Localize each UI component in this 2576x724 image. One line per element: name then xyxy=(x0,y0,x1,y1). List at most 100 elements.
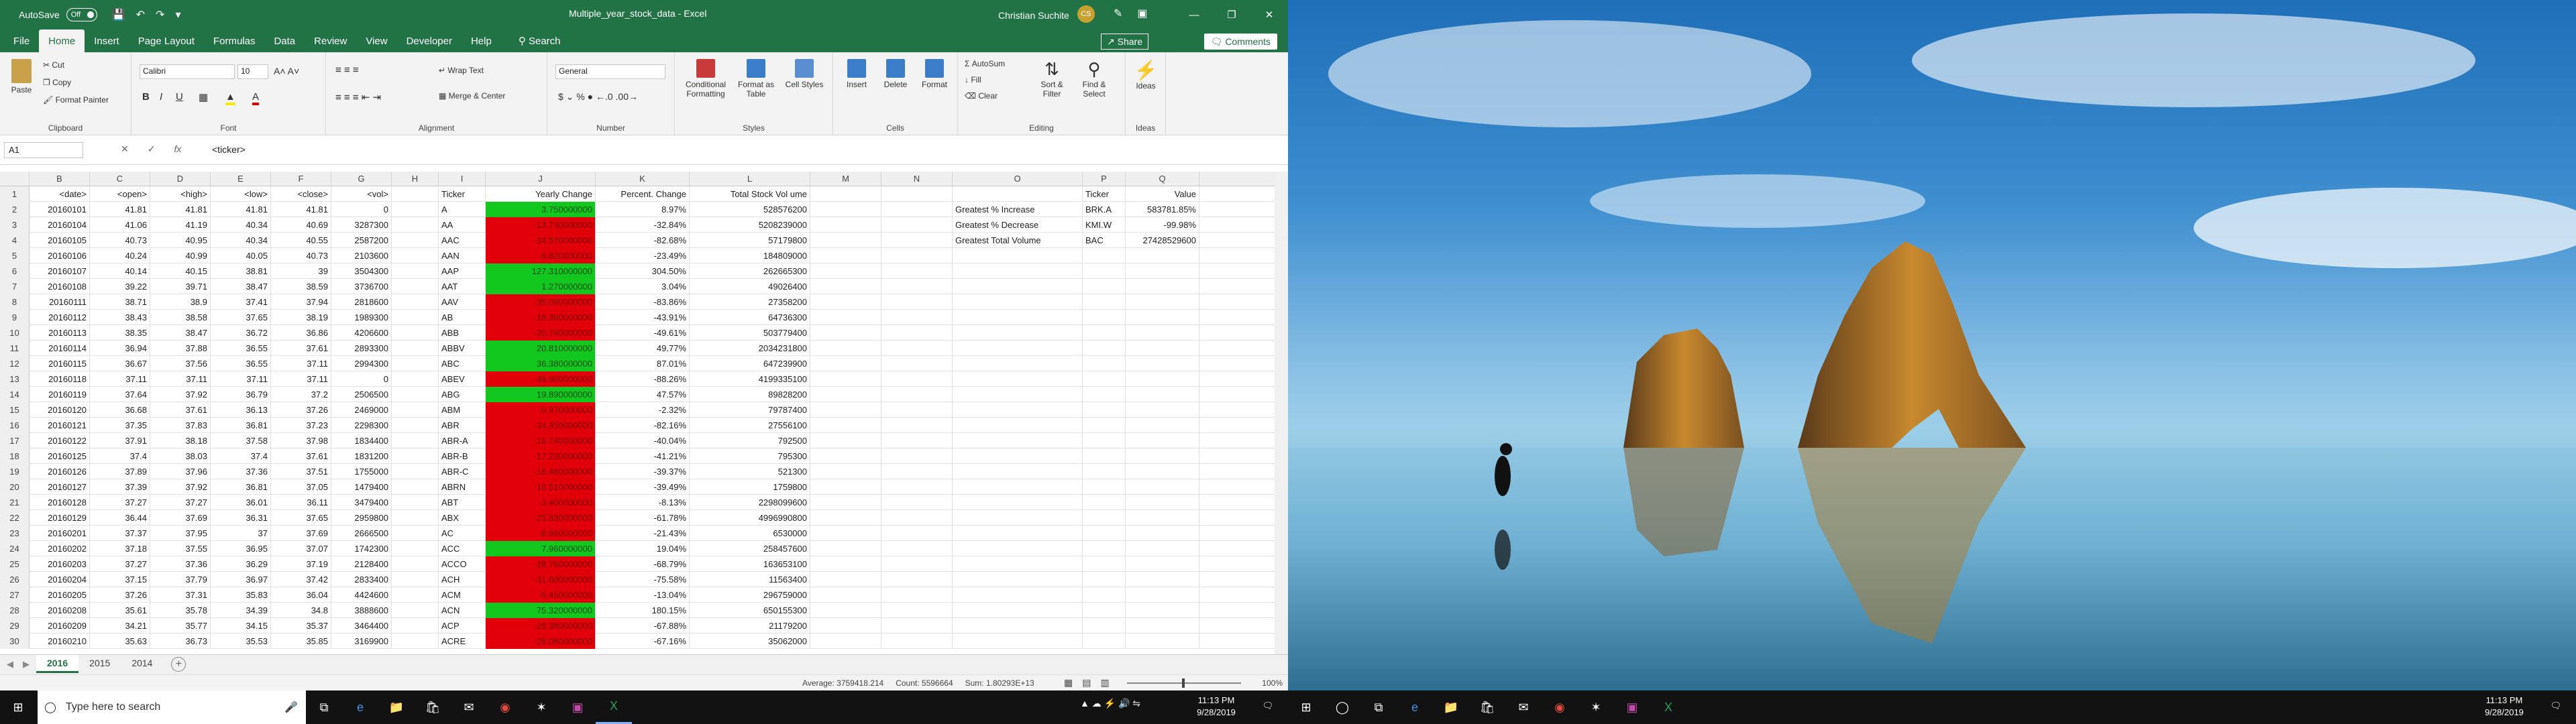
cell-g[interactable]: 3287300 xyxy=(331,217,392,233)
cell-b[interactable]: 20160115 xyxy=(30,356,90,371)
cell-i[interactable]: ABG xyxy=(439,387,486,402)
column-header-m[interactable]: M xyxy=(810,172,881,186)
cell-q[interactable]: Value xyxy=(1126,186,1199,202)
cell-c[interactable]: 37.26 xyxy=(90,587,150,603)
cell-f[interactable]: 38.59 xyxy=(271,279,331,294)
cell-q[interactable] xyxy=(1126,263,1199,279)
cell-l[interactable]: 27556100 xyxy=(690,418,810,433)
cell-c[interactable]: 41.06 xyxy=(90,217,150,233)
cell-l[interactable]: 647239900 xyxy=(690,356,810,371)
tab-page-layout[interactable]: Page Layout xyxy=(129,29,204,52)
tray-icons[interactable]: ▲ ☁ ⚡ 🔊 ⇋ xyxy=(1080,697,1187,709)
cell-o[interactable] xyxy=(953,263,1083,279)
row-header[interactable]: 30 xyxy=(0,634,30,649)
row-header[interactable]: 15 xyxy=(0,402,30,418)
cell-m[interactable] xyxy=(810,279,881,294)
mail-icon-right[interactable]: ✉ xyxy=(1505,690,1542,724)
cell-l[interactable]: 4996990800 xyxy=(690,510,810,526)
cell-p[interactable] xyxy=(1083,603,1126,618)
cell-p[interactable] xyxy=(1083,479,1126,495)
cell-p[interactable] xyxy=(1083,541,1126,556)
cell-h[interactable] xyxy=(392,479,439,495)
cut-button[interactable]: ✂ Cut xyxy=(43,60,64,70)
cell-g[interactable]: <vol> xyxy=(331,186,392,202)
column-header-q[interactable]: Q xyxy=(1126,172,1199,186)
cell-h[interactable] xyxy=(392,186,439,202)
cell-i[interactable]: ABBV xyxy=(439,341,486,356)
save-icon[interactable]: 💾 xyxy=(112,8,125,21)
cell-g[interactable]: 2128400 xyxy=(331,556,392,572)
cell-k[interactable]: Percent. Change xyxy=(596,186,690,202)
cell-e[interactable]: 36.81 xyxy=(211,418,271,433)
cell-q[interactable] xyxy=(1126,556,1199,572)
cell-m[interactable] xyxy=(810,186,881,202)
cell-j[interactable]: -8.960000000 xyxy=(486,526,596,541)
cell-h[interactable] xyxy=(392,294,439,310)
cell-q[interactable] xyxy=(1126,325,1199,341)
comments-button[interactable]: 🗨 Comments xyxy=(1203,34,1277,50)
cell-n[interactable] xyxy=(881,634,953,649)
cell-g[interactable]: 1831200 xyxy=(331,448,392,464)
zoom-slider[interactable] xyxy=(1127,678,1241,688)
function-icon[interactable]: fx xyxy=(174,143,181,155)
cell-o[interactable] xyxy=(953,464,1083,479)
cell-g[interactable]: 2506500 xyxy=(331,387,392,402)
column-header-c[interactable]: C xyxy=(90,172,150,186)
column-header-e[interactable]: E xyxy=(211,172,271,186)
cell-f[interactable]: 35.85 xyxy=(271,634,331,649)
cell-f[interactable]: 37.61 xyxy=(271,341,331,356)
cell-c[interactable]: 36.67 xyxy=(90,356,150,371)
row-header[interactable]: 13 xyxy=(0,371,30,387)
cell-b[interactable]: 20160203 xyxy=(30,556,90,572)
cell-i[interactable]: ABR-A xyxy=(439,433,486,448)
cell-e[interactable]: 36.72 xyxy=(211,325,271,341)
cell-f[interactable]: 36.04 xyxy=(271,587,331,603)
cell-b[interactable]: 20160118 xyxy=(30,371,90,387)
column-header-n[interactable]: N xyxy=(881,172,953,186)
chrome-icon-right[interactable]: ◉ xyxy=(1542,690,1578,724)
cell-d[interactable]: 37.92 xyxy=(150,479,211,495)
cell-l[interactable]: 2034231800 xyxy=(690,341,810,356)
row-header[interactable]: 11 xyxy=(0,341,30,356)
cell-g[interactable]: 0 xyxy=(331,202,392,217)
cell-i[interactable]: ABEV xyxy=(439,371,486,387)
cell-f[interactable]: 40.55 xyxy=(271,233,331,248)
cell-b[interactable]: 20160125 xyxy=(30,448,90,464)
cell-o[interactable] xyxy=(953,310,1083,325)
store-icon[interactable]: 🛍 xyxy=(415,690,451,724)
cell-d[interactable]: 35.78 xyxy=(150,603,211,618)
cell-m[interactable] xyxy=(810,248,881,263)
cell-j[interactable]: -13.730000000 xyxy=(486,217,596,233)
cell-e[interactable]: 37.36 xyxy=(211,464,271,479)
cell-g[interactable]: 0 xyxy=(331,371,392,387)
cell-e[interactable]: 35.83 xyxy=(211,587,271,603)
cell-i[interactable]: A xyxy=(439,202,486,217)
cell-f[interactable]: 37.23 xyxy=(271,418,331,433)
cell-e[interactable]: 36.55 xyxy=(211,341,271,356)
search-box[interactable]: ⚲ Search xyxy=(519,35,561,52)
cell-e[interactable]: 34.39 xyxy=(211,603,271,618)
minimize-icon[interactable]: — xyxy=(1175,0,1213,29)
task-view-icon[interactable]: ⧉ xyxy=(306,690,342,724)
cell-p[interactable] xyxy=(1083,279,1126,294)
cell-f[interactable]: 41.81 xyxy=(271,202,331,217)
cell-l[interactable]: 57179800 xyxy=(690,233,810,248)
cell-e[interactable]: 36.31 xyxy=(211,510,271,526)
cell-i[interactable]: ABM xyxy=(439,402,486,418)
vertical-scrollbar[interactable] xyxy=(1275,172,1288,654)
column-header-p[interactable]: P xyxy=(1083,172,1126,186)
cell-p[interactable] xyxy=(1083,402,1126,418)
row-header[interactable]: 27 xyxy=(0,587,30,603)
cell-p[interactable] xyxy=(1083,556,1126,572)
name-box[interactable]: A1 xyxy=(4,142,83,158)
cell-h[interactable] xyxy=(392,495,439,510)
cell-o[interactable] xyxy=(953,433,1083,448)
cell-p[interactable] xyxy=(1083,618,1126,634)
cell-b[interactable]: 20160122 xyxy=(30,433,90,448)
tab-insert[interactable]: Insert xyxy=(85,29,129,52)
cell-c[interactable]: 41.81 xyxy=(90,202,150,217)
cell-o[interactable] xyxy=(953,556,1083,572)
cell-n[interactable] xyxy=(881,526,953,541)
cell-q[interactable] xyxy=(1126,448,1199,464)
cell-f[interactable]: <close> xyxy=(271,186,331,202)
